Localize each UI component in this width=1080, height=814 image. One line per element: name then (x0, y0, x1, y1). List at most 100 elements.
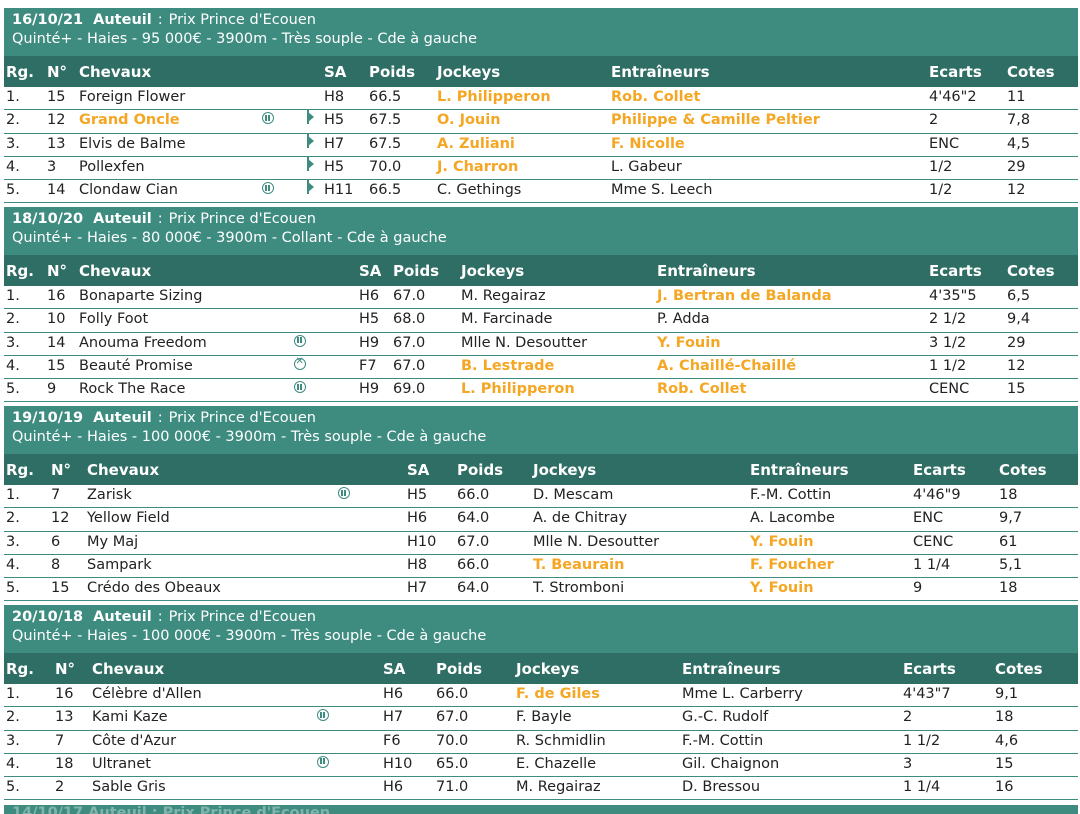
cell-jockey: M. Regairaz (516, 779, 601, 796)
race-name: Prix Prince d'Ecouen (168, 211, 316, 227)
column-header-gap: Ecarts (913, 461, 966, 479)
cell-gap: ENC (929, 135, 960, 152)
cell-rank: 2. (6, 709, 20, 726)
cell-odds: 4,5 (1007, 135, 1031, 152)
cell-horse[interactable]: Grand Oncle (79, 112, 180, 128)
cell-gap: 4'43"7 (903, 686, 951, 702)
table-row: 5. 9 Rock The Race H9 69.0 L. Philipperon Rob.… (4, 379, 1078, 403)
race-header: 18/10/20 Auteuil: Prix Prince d'Ecouen Quin… (4, 207, 1078, 255)
cell-trainer[interactable]: F. Nicolle (611, 136, 685, 152)
cell-trainer[interactable]: J. Bertran de Balanda (657, 288, 832, 304)
cell-gap: 3 1/2 (929, 334, 967, 351)
cell-gap: 1 1/2 (929, 357, 967, 374)
cell-rank: 1. (6, 288, 20, 304)
cell-rank: 5. (6, 381, 20, 398)
cell-weight: 67.0 (436, 709, 469, 726)
cell-jockey[interactable]: T. Beaurain (533, 557, 624, 573)
cell-odds: 16 (995, 779, 1014, 796)
cell-trainer[interactable]: A. Chaillé-Chaillé (657, 358, 796, 374)
partial-race-header: 14/10/17 Auteuil : Prix Prince d'Ecouen (4, 805, 1078, 814)
cell-trainer[interactable]: Philippe & Camille Peltier (611, 112, 820, 128)
cell-weight: 69.0 (393, 381, 426, 398)
cell-gap: 1 1/4 (913, 556, 951, 573)
cell-weight: 66.5 (369, 89, 402, 105)
cell-odds: 6,5 (1007, 288, 1031, 304)
table-row: 4. 3 Pollexfen H5 70.0 J. Charron L. Gabeur 1/2… (4, 156, 1078, 181)
cell-trainer[interactable]: Y. Fouin (750, 534, 814, 550)
cell-odds: 29 (1007, 158, 1026, 175)
race-conditions: Quinté+ - Haies - 95 000€ - 3900m - Très… (12, 31, 478, 47)
cell-jockey: Mlle N. Desoutter (461, 334, 588, 351)
cell-trainer[interactable]: Rob. Collet (657, 381, 746, 397)
cell-trainer[interactable]: Rob. Collet (611, 89, 700, 105)
flag-icon (307, 156, 314, 171)
cell-gap: 9 (913, 580, 923, 597)
cell-odds: 9,1 (995, 686, 1019, 702)
cell-trainer: F.-M. Cottin (682, 732, 764, 749)
cell-number: 18 (55, 755, 74, 772)
cell-gap: 4'46"2 (929, 89, 977, 105)
cell-sex-age: H7 (407, 580, 428, 597)
cell-sex-age: F6 (383, 732, 401, 749)
race-section: 20/10/18 Auteuil: Prix Prince d'Ecouen Quin… (4, 605, 1078, 804)
column-header-gap: Ecarts (929, 262, 982, 280)
cell-number: 15 (47, 357, 66, 374)
cell-weight: 67.5 (369, 135, 402, 152)
column-header-horse: Chevaux (87, 461, 160, 479)
cell-weight: 64.0 (457, 510, 490, 527)
cell-trainer[interactable]: Y. Fouin (750, 580, 814, 596)
cell-horse: Yellow Field (87, 510, 170, 527)
cell-gap: 1/2 (929, 182, 953, 199)
cell-trainer[interactable]: F. Foucher (750, 557, 834, 573)
cell-weight: 66.0 (457, 556, 490, 573)
cell-sex-age: H8 (324, 89, 345, 105)
cell-horse: My Maj (87, 533, 139, 550)
blinkers-icon (317, 709, 329, 722)
cell-jockey[interactable]: A. Zuliani (437, 136, 515, 152)
table-row: 2. 12 Grand Oncle H5 67.5 O. Jouin Philippe & … (4, 110, 1078, 134)
column-header-weight: Poids (457, 461, 504, 479)
cell-odds: 18 (995, 709, 1014, 726)
table-row: 5. 14 Clondaw Cian H11 66.5 C. Gethings Mme S.… (4, 180, 1078, 204)
cell-jockey[interactable]: B. Lestrade (461, 358, 554, 374)
cell-gap: CENC (913, 533, 954, 550)
cell-sex-age: H5 (359, 311, 380, 328)
cell-horse: Beauté Promise (79, 357, 193, 374)
table-row: 1. 16 Célèbre d'Allen H6 66.0 F. de Giles Mme … (4, 684, 1078, 708)
column-header-jockey: Jockeys (533, 461, 597, 479)
race-name: Prix Prince d'Ecouen (168, 609, 316, 625)
cell-jockey[interactable]: F. de Giles (516, 686, 600, 702)
cell-number: 8 (51, 556, 61, 573)
cell-rank: 1. (6, 487, 20, 503)
cell-weight: 67.0 (393, 288, 426, 304)
table-row: 2. 12 Yellow Field H6 64.0 A. de Chitray A. La… (4, 508, 1078, 532)
race-date: 20/10/18 (12, 609, 84, 625)
cell-trainer[interactable]: Y. Fouin (657, 335, 721, 351)
cell-number: 16 (55, 686, 74, 702)
cell-horse: Foreign Flower (79, 89, 186, 105)
cell-odds: 4,6 (995, 732, 1019, 749)
race-date: 16/10/21 (12, 12, 84, 28)
cell-jockey[interactable]: L. Philipperon (437, 89, 551, 105)
race-date: 18/10/20 (12, 211, 84, 227)
cell-sex-age: H8 (407, 556, 428, 573)
cell-odds: 29 (1007, 334, 1026, 351)
cell-jockey[interactable]: O. Jouin (437, 112, 501, 128)
cell-gap: 1 1/2 (903, 732, 941, 749)
column-header-sex-age: SA (407, 461, 430, 479)
race-section: 16/10/21 Auteuil: Prix Prince d'Ecouen Quin… (4, 8, 1078, 207)
cell-jockey: D. Mescam (533, 487, 614, 503)
cell-odds: 15 (1007, 381, 1026, 398)
cell-sex-age: H6 (383, 779, 404, 796)
cell-sex-age: H6 (407, 510, 428, 527)
cell-horse: Crédo des Obeaux (87, 580, 221, 597)
column-header-sex-age: SA (324, 63, 347, 81)
cell-horse: Anouma Freedom (79, 334, 207, 351)
column-header-horse: Chevaux (79, 262, 152, 280)
cell-trainer: L. Gabeur (611, 158, 682, 175)
cell-trainer: Mme L. Carberry (682, 686, 803, 702)
cell-odds: 7,8 (1007, 112, 1031, 129)
cell-jockey[interactable]: L. Philipperon (461, 381, 575, 397)
cell-jockey[interactable]: J. Charron (437, 159, 518, 175)
race-conditions: Quinté+ - Haies - 100 000€ - 3900m - Trè… (12, 429, 487, 445)
